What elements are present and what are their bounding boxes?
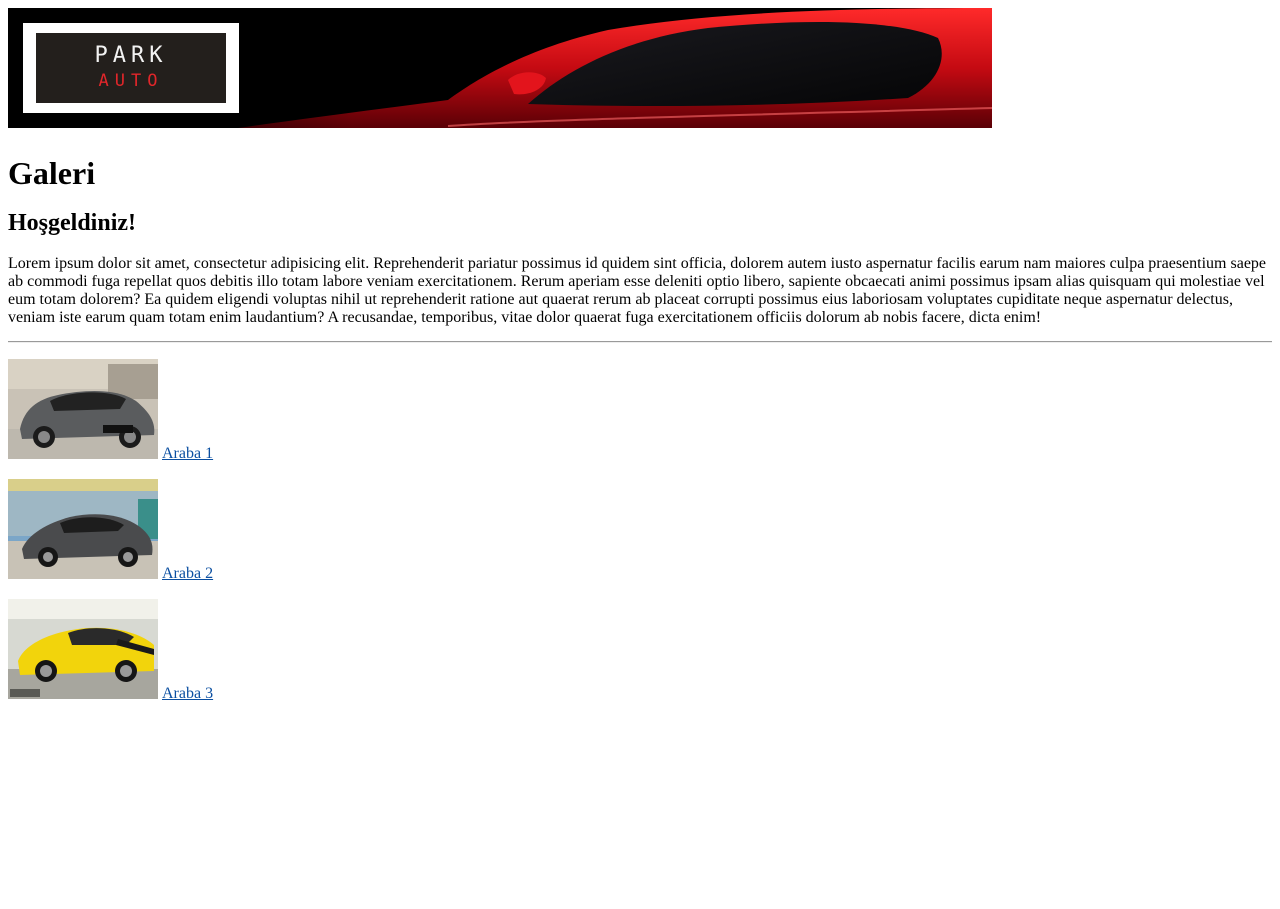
gallery-item: Araba 3 — [8, 599, 1272, 719]
intro-paragraph: Lorem ipsum dolor sit amet, consectetur … — [8, 255, 1267, 326]
car-link-3[interactable]: Araba 3 — [162, 685, 213, 703]
page-title: Galeri — [8, 155, 96, 191]
car-link-1[interactable]: Araba 1 — [162, 445, 213, 463]
car-thumbnail-2[interactable] — [8, 479, 158, 579]
gallery-item: Araba 2 — [8, 479, 1272, 599]
page: PARK AUTO Galeri Hoşgeldiniz! Lorem ipsu… — [0, 0, 1280, 727]
logo-plate: PARK AUTO — [36, 33, 226, 103]
gallery-list: Araba 1 Araba 2 Araba 3 — [8, 359, 1272, 719]
gallery-item: Araba 1 — [8, 359, 1272, 479]
car-thumbnail-3[interactable] — [8, 599, 158, 699]
divider — [8, 341, 1272, 343]
car-thumbnail-1[interactable] — [8, 359, 158, 459]
welcome-heading: Hoşgeldiniz! — [8, 210, 137, 236]
header-banner: PARK AUTO — [8, 8, 992, 128]
car-link-2[interactable]: Araba 2 — [162, 565, 213, 583]
park-auto-logo: PARK AUTO — [23, 23, 239, 113]
logo-text-auto: AUTO — [98, 71, 164, 91]
logo-text-park: PARK — [94, 43, 168, 68]
